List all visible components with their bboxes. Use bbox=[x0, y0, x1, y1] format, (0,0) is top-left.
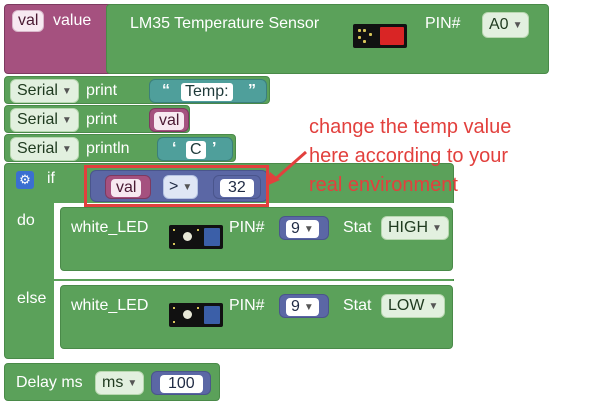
sensor-name-label: LM35 Temperature Sensor bbox=[130, 15, 320, 32]
serial-port-dropdown-3[interactable]: Serial ▼ bbox=[10, 137, 79, 161]
open-quote-icon: “ bbox=[162, 82, 170, 99]
serial-action-label-2: print bbox=[86, 111, 118, 128]
delay-value-text[interactable]: 100 bbox=[160, 375, 203, 393]
led-pin-value-high: 9 ▼ bbox=[286, 220, 319, 238]
serial-action-label-3: println bbox=[86, 140, 130, 157]
delay-label: Delay ms bbox=[16, 374, 83, 391]
annotation-arrow bbox=[266, 150, 307, 186]
close-single-quote-icon: ’ bbox=[212, 140, 217, 157]
serial-print-block-1[interactable]: Serial ▼ print “ Temp: ” bbox=[4, 76, 270, 104]
delay-number-field[interactable]: 100 bbox=[151, 371, 211, 395]
do-label: do bbox=[17, 212, 35, 229]
annotation-line-2: here according to your bbox=[309, 145, 509, 167]
close-quote-icon: ” bbox=[248, 82, 256, 99]
sensor-pin-dropdown[interactable]: A0 ▼ bbox=[482, 12, 530, 38]
led-stat-label-low: Stat bbox=[343, 297, 372, 314]
led-pin-field-high[interactable]: 9 ▼ bbox=[279, 216, 329, 240]
led-pin-field-low[interactable]: 9 ▼ bbox=[279, 294, 329, 318]
sensor-pin-value: A0 bbox=[489, 16, 509, 33]
string-literal-c[interactable]: ‘ C ’ bbox=[157, 137, 233, 161]
led-pin-label-high: PIN# bbox=[229, 219, 265, 236]
white-led-image-high bbox=[169, 225, 223, 249]
value-label: value bbox=[53, 12, 92, 29]
annotation-line-3: real environment bbox=[309, 174, 458, 196]
white-led-image-low bbox=[169, 303, 223, 327]
led-pin-label-low: PIN# bbox=[229, 297, 265, 314]
led-stat-value-high: HIGH bbox=[388, 219, 428, 236]
variable-name-field[interactable]: val bbox=[12, 10, 45, 32]
serial-port-value-3: Serial bbox=[17, 140, 58, 157]
serial-port-value-1: Serial bbox=[17, 82, 58, 99]
string-temp-text[interactable]: Temp: bbox=[181, 83, 233, 101]
variable-name-text: val bbox=[18, 12, 39, 29]
led-pin-value-low: 9 ▼ bbox=[286, 298, 319, 316]
annotation-line-1: change the temp value bbox=[309, 116, 512, 138]
highlight-box bbox=[84, 165, 269, 207]
else-label: else bbox=[17, 290, 47, 307]
led-stat-dropdown-high[interactable]: HIGH ▼ bbox=[381, 216, 449, 240]
serial-port-dropdown-2[interactable]: Serial ▼ bbox=[10, 108, 79, 132]
led-stat-value-low: LOW bbox=[388, 297, 425, 314]
serial-port-dropdown-1[interactable]: Serial ▼ bbox=[10, 79, 79, 103]
delay-unit-value: ms bbox=[102, 374, 124, 391]
string-c-text[interactable]: C bbox=[186, 141, 206, 159]
serial-println-block[interactable]: Serial ▼ println ‘ C ’ bbox=[4, 134, 236, 162]
variable-assign-block[interactable]: val value bbox=[4, 4, 114, 74]
led-name-label-high: white_LED bbox=[71, 219, 149, 236]
white-led-block-high[interactable]: white_LED PIN# 9 ▼ Stat HIGH ▼ bbox=[60, 207, 453, 271]
annotation-text: change the temp value here according to … bbox=[309, 113, 511, 200]
white-led-block-low[interactable]: white_LED PIN# 9 ▼ Stat LOW ▼ bbox=[60, 285, 453, 349]
if-label: if bbox=[47, 170, 55, 187]
lm35-sensor-block[interactable]: LM35 Temperature Sensor PIN# A0 ▼ bbox=[106, 4, 549, 74]
open-single-quote-icon: ‘ bbox=[172, 140, 177, 157]
led-name-label-low: white_LED bbox=[71, 297, 149, 314]
val-variable-text-1: val bbox=[154, 112, 185, 130]
val-variable-getter-1[interactable]: val bbox=[149, 108, 189, 132]
led-stat-dropdown-low[interactable]: LOW ▼ bbox=[381, 294, 446, 318]
serial-port-value-2: Serial bbox=[17, 111, 58, 128]
serial-print-block-2[interactable]: Serial ▼ print val bbox=[4, 105, 190, 133]
sensor-pin-label: PIN# bbox=[425, 15, 461, 32]
if-settings-gear-icon[interactable]: ⚙ bbox=[16, 171, 34, 189]
delay-block[interactable]: Delay ms ms ▼ 100 bbox=[4, 363, 220, 401]
serial-action-label-1: print bbox=[86, 82, 118, 99]
led-stat-label-high: Stat bbox=[343, 219, 372, 236]
lm35-sensor-image bbox=[353, 24, 407, 48]
delay-unit-dropdown[interactable]: ms ▼ bbox=[95, 371, 145, 395]
string-literal-temp[interactable]: “ Temp: ” bbox=[149, 79, 267, 103]
